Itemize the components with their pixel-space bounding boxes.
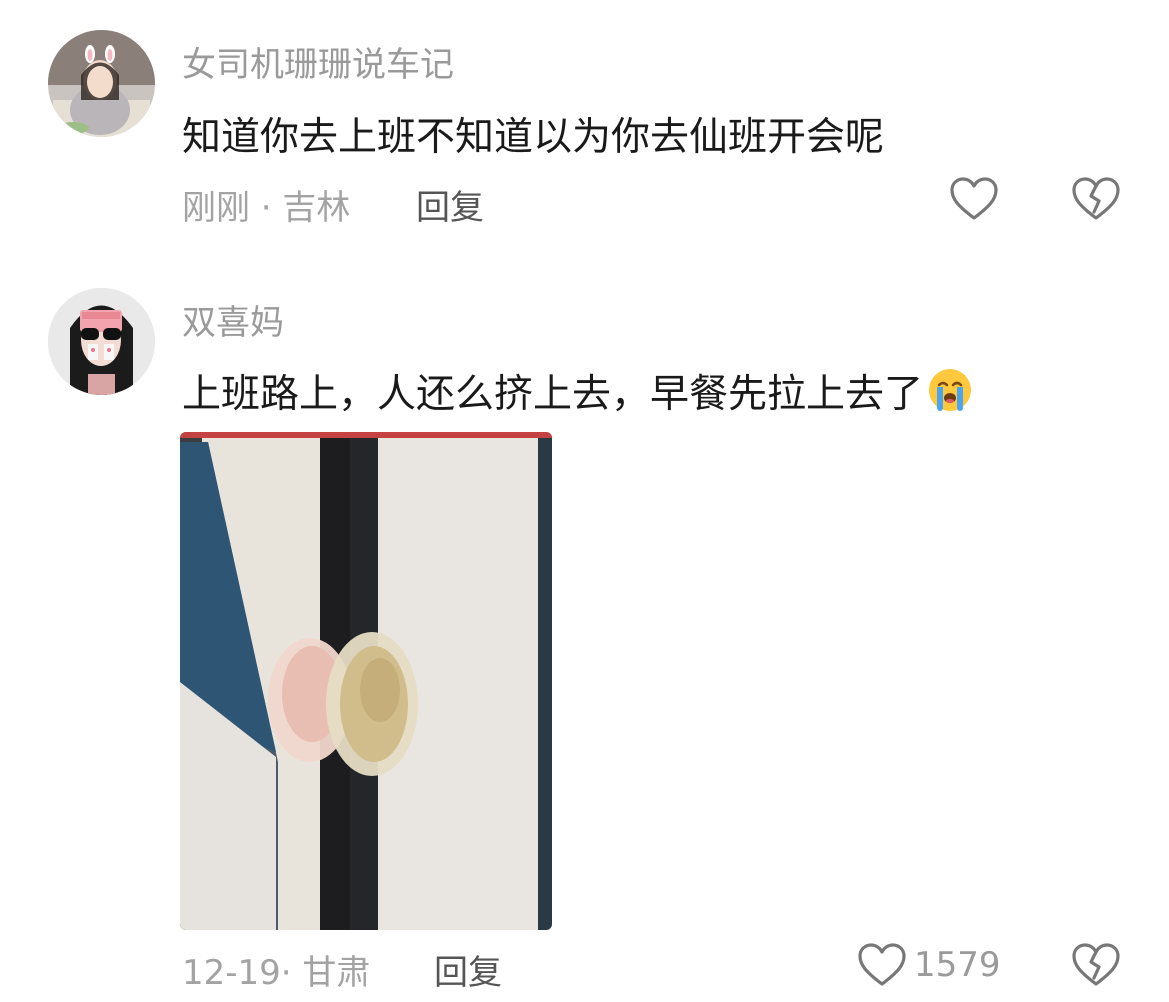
time-location: 刚刚 · 吉林 (182, 188, 351, 228)
comment-text: 知道你去上班不知道以为你去仙班开会呢 (182, 115, 885, 160)
dislike-button[interactable] (1070, 174, 1122, 226)
crying-face-icon (929, 369, 972, 411)
comment-text-row: 上班路上，人还么挤上去，早餐先拉上去了 (182, 363, 973, 419)
username[interactable]: 女司机珊珊说车记 (182, 37, 454, 86)
broken-heart-icon (1072, 943, 1120, 986)
breakfast-bag-image (180, 432, 552, 930)
broken-heart-icon (1072, 177, 1120, 220)
like-button[interactable]: 1579 (856, 940, 1004, 992)
comment-text: 上班路上，人还么挤上去，早餐先拉上去了 (182, 372, 924, 417)
username[interactable]: 双喜妈 (182, 295, 284, 344)
comment-photo[interactable] (180, 432, 552, 930)
reply-button[interactable]: 回复 (416, 180, 484, 229)
like-count: 1579 (914, 945, 1001, 985)
comment-2: 双喜妈 上班路上，人还么挤上去，早餐先拉上去了 12-19· 甘肃 回复 157… (0, 250, 1169, 1002)
dislike-button[interactable] (1070, 940, 1122, 992)
like-button[interactable] (948, 174, 1000, 226)
avatar[interactable] (48, 288, 155, 395)
comment-1: 女司机珊珊说车记 知道你去上班不知道以为你去仙班开会呢 刚刚 · 吉林 回复 (0, 0, 1169, 250)
reply-button[interactable]: 回复 (434, 945, 502, 994)
heart-icon (950, 177, 998, 220)
avatar[interactable] (48, 30, 155, 137)
time-location: 12-19· 甘肃 (182, 953, 371, 993)
heart-icon (858, 943, 906, 986)
